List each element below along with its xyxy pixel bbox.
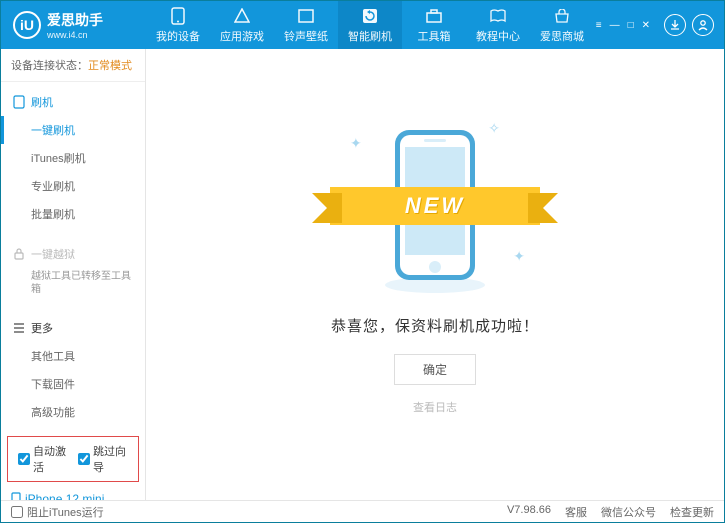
book-icon — [489, 7, 507, 25]
connection-status: 设备连接状态：正常模式 — [1, 49, 145, 82]
support-link[interactable]: 客服 — [565, 504, 587, 520]
close-icon[interactable]: ✕ — [642, 20, 650, 31]
wallpaper-icon — [297, 7, 315, 25]
sidebar-item-batch-flash[interactable]: 批量刷机 — [1, 200, 145, 228]
tab-label: 教程中心 — [476, 28, 520, 44]
device-name-text: iPhone 12 mini — [25, 492, 104, 500]
sidebar-item-other-tools[interactable]: 其他工具 — [1, 342, 145, 370]
apps-icon — [233, 7, 251, 25]
device-icon — [11, 492, 21, 500]
sidebar-item-advanced[interactable]: 高级功能 — [1, 398, 145, 426]
user-button[interactable] — [692, 14, 714, 36]
statusbar: 阻止iTunes运行 V7.98.66 客服 微信公众号 检查更新 — [1, 500, 724, 522]
lock-icon — [13, 248, 25, 260]
check-update-link[interactable]: 检查更新 — [670, 504, 714, 520]
tab-toolbox[interactable]: 工具箱 — [402, 1, 466, 49]
checkbox-auto-activate[interactable]: 自动激活 — [18, 443, 68, 475]
conn-label: 设备连接状态： — [11, 60, 88, 72]
section-more[interactable]: 更多 — [1, 314, 145, 342]
sidebar-item-itunes-flash[interactable]: iTunes刷机 — [1, 144, 145, 172]
nav-tabs: 我的设备 应用游戏 铃声壁纸 智能刷机 工具箱 教程中心 爱思商城 — [146, 1, 596, 49]
block-itunes-checkbox[interactable]: 阻止iTunes运行 — [11, 504, 104, 520]
refresh-icon — [361, 7, 379, 25]
tab-ringtones[interactable]: 铃声壁纸 — [274, 1, 338, 49]
app-name: 爱思助手 — [47, 10, 103, 30]
ribbon-text: NEW — [330, 187, 540, 225]
app-logo-icon: iU — [13, 11, 41, 39]
tab-tutorials[interactable]: 教程中心 — [466, 1, 530, 49]
phone-icon — [169, 7, 187, 25]
download-button[interactable] — [664, 14, 686, 36]
device-info[interactable]: iPhone 12 mini 64GB Down-12mini-13,1 — [1, 486, 145, 500]
success-illustration: ✦ ✧ ✦ NEW — [340, 115, 530, 295]
section-label: 更多 — [31, 320, 53, 336]
options-row: 自动激活 跳过向导 — [7, 436, 139, 482]
section-label: 一键越狱 — [31, 246, 75, 262]
tab-smart-flash[interactable]: 智能刷机 — [338, 1, 402, 49]
menu-icon[interactable]: ≡ — [596, 20, 602, 31]
ok-button[interactable]: 确定 — [394, 354, 476, 385]
tab-label: 工具箱 — [418, 28, 451, 44]
toolbox-icon — [425, 7, 443, 25]
titlebar: iU 爱思助手 www.i4.cn 我的设备 应用游戏 铃声壁纸 智能刷机 工具… — [1, 1, 724, 49]
maximize-icon[interactable]: □ — [628, 20, 634, 31]
section-label: 刷机 — [31, 94, 53, 110]
tab-label: 我的设备 — [156, 28, 200, 44]
wechat-link[interactable]: 微信公众号 — [601, 504, 656, 520]
success-message: 恭喜您，保资料刷机成功啦！ — [331, 315, 539, 336]
sidebar: 设备连接状态：正常模式 刷机 一键刷机 iTunes刷机 专业刷机 批量刷机 一… — [1, 49, 146, 500]
new-ribbon: NEW — [330, 187, 540, 225]
section-jailbreak: 一键越狱 — [1, 240, 145, 268]
tab-store[interactable]: 爱思商城 — [530, 1, 594, 49]
tab-label: 爱思商城 — [540, 28, 584, 44]
tab-my-device[interactable]: 我的设备 — [146, 1, 210, 49]
sidebar-item-pro-flash[interactable]: 专业刷机 — [1, 172, 145, 200]
checkbox-label: 跳过向导 — [93, 443, 128, 475]
checkbox-input[interactable] — [11, 506, 23, 518]
conn-value: 正常模式 — [88, 60, 132, 72]
logo-area: iU 爱思助手 www.i4.cn — [1, 10, 146, 40]
block-itunes-label: 阻止iTunes运行 — [27, 504, 104, 520]
checkbox-input[interactable] — [78, 453, 90, 465]
checkbox-label: 自动激活 — [33, 443, 68, 475]
version-label: V7.98.66 — [507, 504, 551, 520]
minimize-icon[interactable]: — — [610, 20, 620, 31]
tab-apps-games[interactable]: 应用游戏 — [210, 1, 274, 49]
main-content: ✦ ✧ ✦ NEW 恭喜您，保资料刷机成功啦！ 确定 查看日志 — [146, 49, 724, 500]
store-icon — [553, 7, 571, 25]
view-log-link[interactable]: 查看日志 — [413, 399, 457, 415]
checkbox-input[interactable] — [18, 453, 30, 465]
list-icon — [13, 323, 25, 333]
tab-label: 应用游戏 — [220, 28, 264, 44]
window-controls: ≡ — □ ✕ — [596, 20, 650, 31]
sidebar-item-download-firmware[interactable]: 下载固件 — [1, 370, 145, 398]
jailbreak-note: 越狱工具已转移至工具箱 — [1, 268, 145, 302]
section-flash[interactable]: 刷机 — [1, 88, 145, 116]
tab-label: 智能刷机 — [348, 28, 392, 44]
tab-label: 铃声壁纸 — [284, 28, 328, 44]
phone-small-icon — [13, 95, 25, 109]
sidebar-item-oneclick-flash[interactable]: 一键刷机 — [1, 116, 145, 144]
app-url: www.i4.cn — [47, 30, 103, 40]
checkbox-skip-guide[interactable]: 跳过向导 — [78, 443, 128, 475]
